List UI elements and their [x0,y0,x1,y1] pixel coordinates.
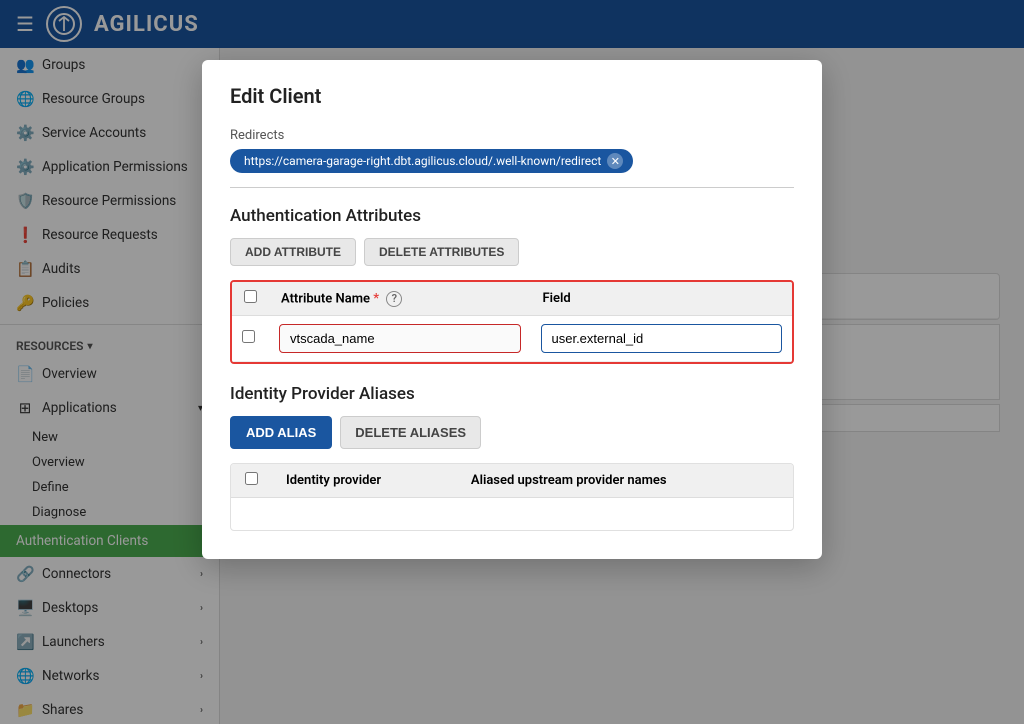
attribute-field-cell [531,316,793,362]
attribute-name-header: Attribute Name * ? [269,282,531,316]
attribute-name-cell [269,316,531,362]
attributes-header-row: Attribute Name * ? Field [232,282,792,316]
field-header: Field [531,282,793,316]
redirects-chip-row: https://camera-garage-right.dbt.agilicus… [230,149,794,188]
modal-overlay[interactable]: Edit Client Redirects https://camera-gar… [0,0,1024,724]
attribute-buttons: ADD ATTRIBUTE DELETE ATTRIBUTES [230,238,794,266]
remove-redirect-button[interactable]: ✕ [607,153,623,169]
attributes-table-wrapper: Attribute Name * ? Field [230,280,794,364]
idp-select-all-checkbox[interactable] [245,472,258,485]
idp-header-row: Identity provider Aliased upstream provi… [231,464,793,498]
attributes-table: Attribute Name * ? Field [232,282,792,362]
redirect-url: https://camera-garage-right.dbt.agilicus… [244,154,601,168]
alias-buttons: ADD ALIAS DELETE ALIASES [230,416,794,449]
row-checkbox-cell [232,316,269,362]
row-checkbox[interactable] [242,330,255,343]
attribute-row [232,316,792,362]
idp-table: Identity provider Aliased upstream provi… [231,464,793,530]
delete-attributes-button[interactable]: DELETE ATTRIBUTES [364,238,519,266]
auth-attributes-title: Authentication Attributes [230,206,794,226]
idp-select-all-header [231,464,272,498]
edit-client-modal: Edit Client Redirects https://camera-gar… [202,60,822,559]
modal-title: Edit Client [230,84,794,108]
add-attribute-button[interactable]: ADD ATTRIBUTE [230,238,356,266]
select-all-header [232,282,269,316]
idp-empty-row [231,498,793,531]
attribute-name-input[interactable] [279,324,521,353]
attribute-field-input[interactable] [541,324,783,353]
add-alias-button[interactable]: ADD ALIAS [230,416,332,449]
idp-aliases-header: Aliased upstream provider names [457,464,793,498]
idp-table-wrapper: Identity provider Aliased upstream provi… [230,463,794,531]
idp-aliases-title: Identity Provider Aliases [230,384,794,404]
help-icon[interactable]: ? [386,291,402,307]
idp-provider-header: Identity provider [272,464,457,498]
required-indicator: * [373,291,379,306]
select-all-checkbox[interactable] [244,290,257,303]
redirects-label: Redirects [230,128,794,143]
delete-aliases-button[interactable]: DELETE ALIASES [340,416,481,449]
redirect-chip: https://camera-garage-right.dbt.agilicus… [230,149,633,173]
